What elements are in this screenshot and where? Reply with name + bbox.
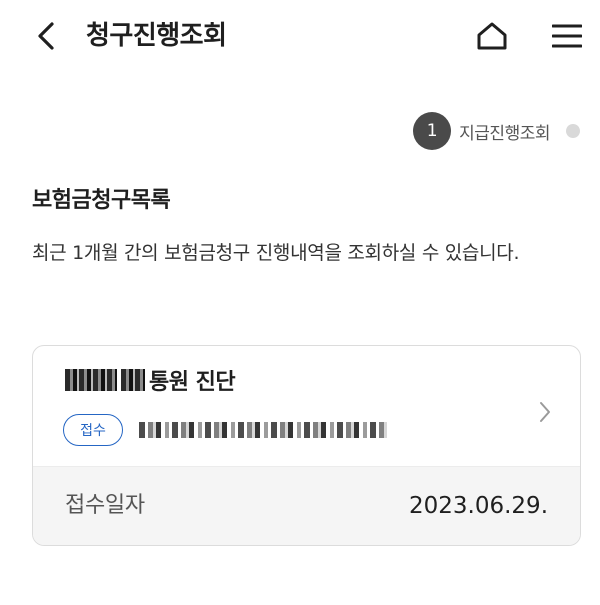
step-indicator: 1 지급진행조회 xyxy=(413,111,580,151)
status-badge: 접수 xyxy=(63,414,123,446)
app-header: 청구진행조회 xyxy=(0,0,600,72)
home-icon xyxy=(477,22,507,50)
section-title: 보험금청구목록 xyxy=(32,188,171,213)
receipt-date-value: 2023.06.29. xyxy=(409,493,548,519)
chevron-left-icon xyxy=(38,22,54,50)
receipt-date-label: 접수일자 xyxy=(65,493,145,518)
redacted-name-block xyxy=(121,369,145,391)
claim-title-text: 통원 진단 xyxy=(149,370,236,395)
back-button[interactable] xyxy=(24,14,68,58)
claim-card[interactable]: 통원 진단 접수 접수일자 2023.06.29. xyxy=(32,345,581,546)
redacted-claim-number xyxy=(139,422,387,438)
step-number-badge: 1 xyxy=(413,112,452,150)
hamburger-menu-icon xyxy=(552,24,582,48)
home-button[interactable] xyxy=(470,14,514,58)
menu-button[interactable] xyxy=(545,14,589,58)
step-label: 지급진행조회 xyxy=(459,123,550,144)
section-description: 최근 1개월 간의 보험금청구 진행내역을 조회하실 수 있습니다. xyxy=(32,242,520,264)
redacted-name-block xyxy=(65,369,117,391)
claim-title: 통원 진단 xyxy=(65,364,236,396)
step-next-dot xyxy=(566,124,580,138)
chevron-right-icon xyxy=(536,398,554,426)
claim-card-footer: 접수일자 2023.06.29. xyxy=(33,466,580,545)
claim-progress-screen: 청구진행조회 1 지급진행조회 보험금청구목록 최근 1개월 간의 보험금청구 … xyxy=(0,0,600,605)
claim-card-body: 통원 진단 접수 xyxy=(33,346,580,466)
page-title: 청구진행조회 xyxy=(86,21,227,51)
